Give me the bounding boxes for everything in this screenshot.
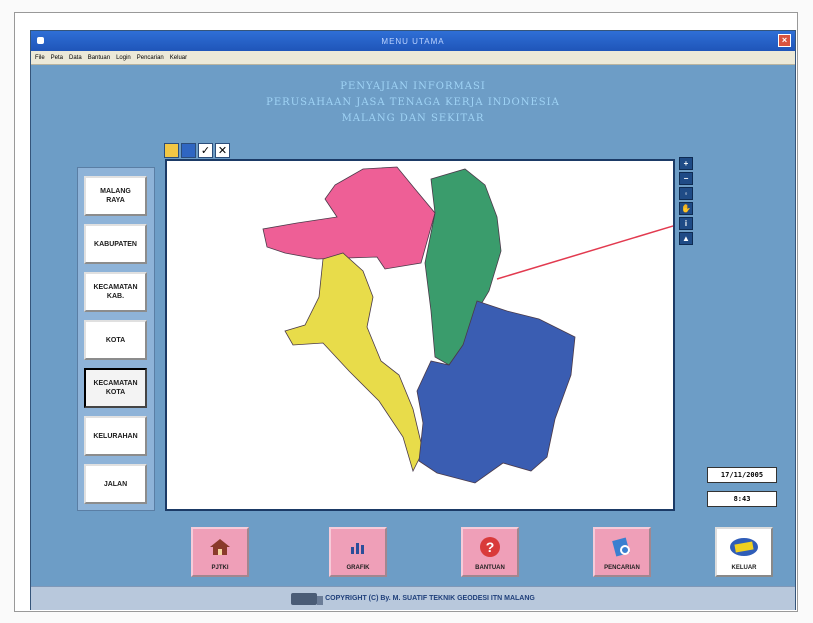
bantuan-button[interactable]: ? BANTUAN	[461, 527, 519, 577]
region-yellow	[284, 252, 424, 473]
bantuan-label: BANTUAN	[475, 565, 505, 571]
main-window: MENU UTAMA × File Peta Data Bantuan Logi…	[30, 30, 796, 610]
menu-file[interactable]: File	[35, 55, 45, 61]
status-bar: COPYRIGHT (C) By. M. SUATIF TEKNIK GEODE…	[31, 586, 795, 610]
close-icon[interactable]: ✕	[215, 143, 230, 158]
window-menu-icon[interactable]	[37, 37, 44, 44]
sidebar-item-kecamatan-kota[interactable]: KECAMATAN KOTA	[84, 368, 147, 408]
pjtki-label: PJTKI	[211, 565, 229, 571]
grafik-button[interactable]: GRAFIK	[329, 527, 387, 577]
map-level-sidebar: MALANG RAYA KABUPATEN KECAMATAN KAB. KOT…	[77, 167, 155, 511]
zoom-out-icon[interactable]: −	[679, 172, 693, 185]
exit-icon	[729, 529, 759, 565]
check-icon[interactable]: ✓	[198, 143, 213, 158]
pan-hand-icon[interactable]: ✋	[679, 202, 693, 215]
menu-bantuan[interactable]: Bantuan	[88, 55, 110, 61]
search-icon	[611, 529, 633, 565]
blank-icon[interactable]	[181, 143, 196, 158]
map-canvas	[167, 161, 684, 484]
open-folder-icon[interactable]	[164, 143, 179, 158]
heading-line-1: PENYAJIAN INFORMASI	[340, 81, 486, 92]
menu-bar: File Peta Data Bantuan Login Pencarian K…	[31, 51, 795, 65]
map-tool-palette: + − ◦ ✋ i ▲	[679, 157, 695, 245]
sidebar-item-kota[interactable]: KOTA	[84, 320, 147, 360]
info-icon[interactable]: i	[679, 217, 693, 230]
pointer-line	[496, 222, 684, 280]
menu-pencarian[interactable]: Pencarian	[137, 55, 164, 61]
map-view[interactable]	[165, 159, 684, 511]
title-bar: MENU UTAMA ×	[31, 31, 795, 51]
keluar-button[interactable]: KELUAR	[715, 527, 773, 577]
page-heading: PENYAJIAN INFORMASI PERUSAHAAN JASA TENA…	[31, 79, 795, 127]
close-window-button[interactable]: ×	[778, 34, 791, 47]
heading-line-2: PERUSAHAAN JASA TENAGA KERJA INDONESIA	[266, 97, 560, 108]
menu-keluar[interactable]: Keluar	[170, 55, 187, 61]
svg-text:?: ?	[486, 539, 495, 555]
map-toolbar: ✓ ✕	[164, 143, 230, 158]
full-extent-icon[interactable]: ◦	[679, 187, 693, 200]
sidebar-item-kabupaten[interactable]: KABUPATEN	[84, 224, 147, 264]
time-display: 8:43	[707, 491, 777, 507]
truck-icon	[291, 592, 324, 605]
grafik-label: GRAFIK	[346, 565, 370, 571]
region-pink	[262, 166, 436, 270]
date-display: 17/11/2005	[707, 467, 777, 483]
pencarian-button[interactable]: PENCARIAN	[593, 527, 651, 577]
house-icon	[209, 529, 231, 565]
keluar-label: KELUAR	[731, 565, 757, 571]
pjtki-button[interactable]: PJTKI	[191, 527, 249, 577]
menu-login[interactable]: Login	[116, 55, 131, 61]
bottom-toolbar	[31, 516, 795, 586]
menu-data[interactable]: Data	[69, 55, 82, 61]
heading-line-3: MALANG DAN SEKITAR	[341, 113, 485, 124]
sidebar-item-malang-raya[interactable]: MALANG RAYA	[84, 176, 147, 216]
sidebar-item-kecamatan-kab[interactable]: KECAMATAN KAB.	[84, 272, 147, 312]
zoom-in-icon[interactable]: +	[679, 157, 693, 170]
menu-peta[interactable]: Peta	[51, 55, 63, 61]
pointer-icon[interactable]: ▲	[679, 232, 693, 245]
sidebar-item-kelurahan[interactable]: KELURAHAN	[84, 416, 147, 456]
chart-icon	[349, 529, 367, 565]
copyright-text: COPYRIGHT (C) By. M. SUATIF TEKNIK GEODE…	[325, 595, 535, 602]
window-title: MENU UTAMA	[381, 36, 445, 46]
sidebar-item-jalan[interactable]: JALAN	[84, 464, 147, 504]
pencarian-label: PENCARIAN	[604, 565, 640, 571]
help-icon: ?	[479, 529, 501, 565]
